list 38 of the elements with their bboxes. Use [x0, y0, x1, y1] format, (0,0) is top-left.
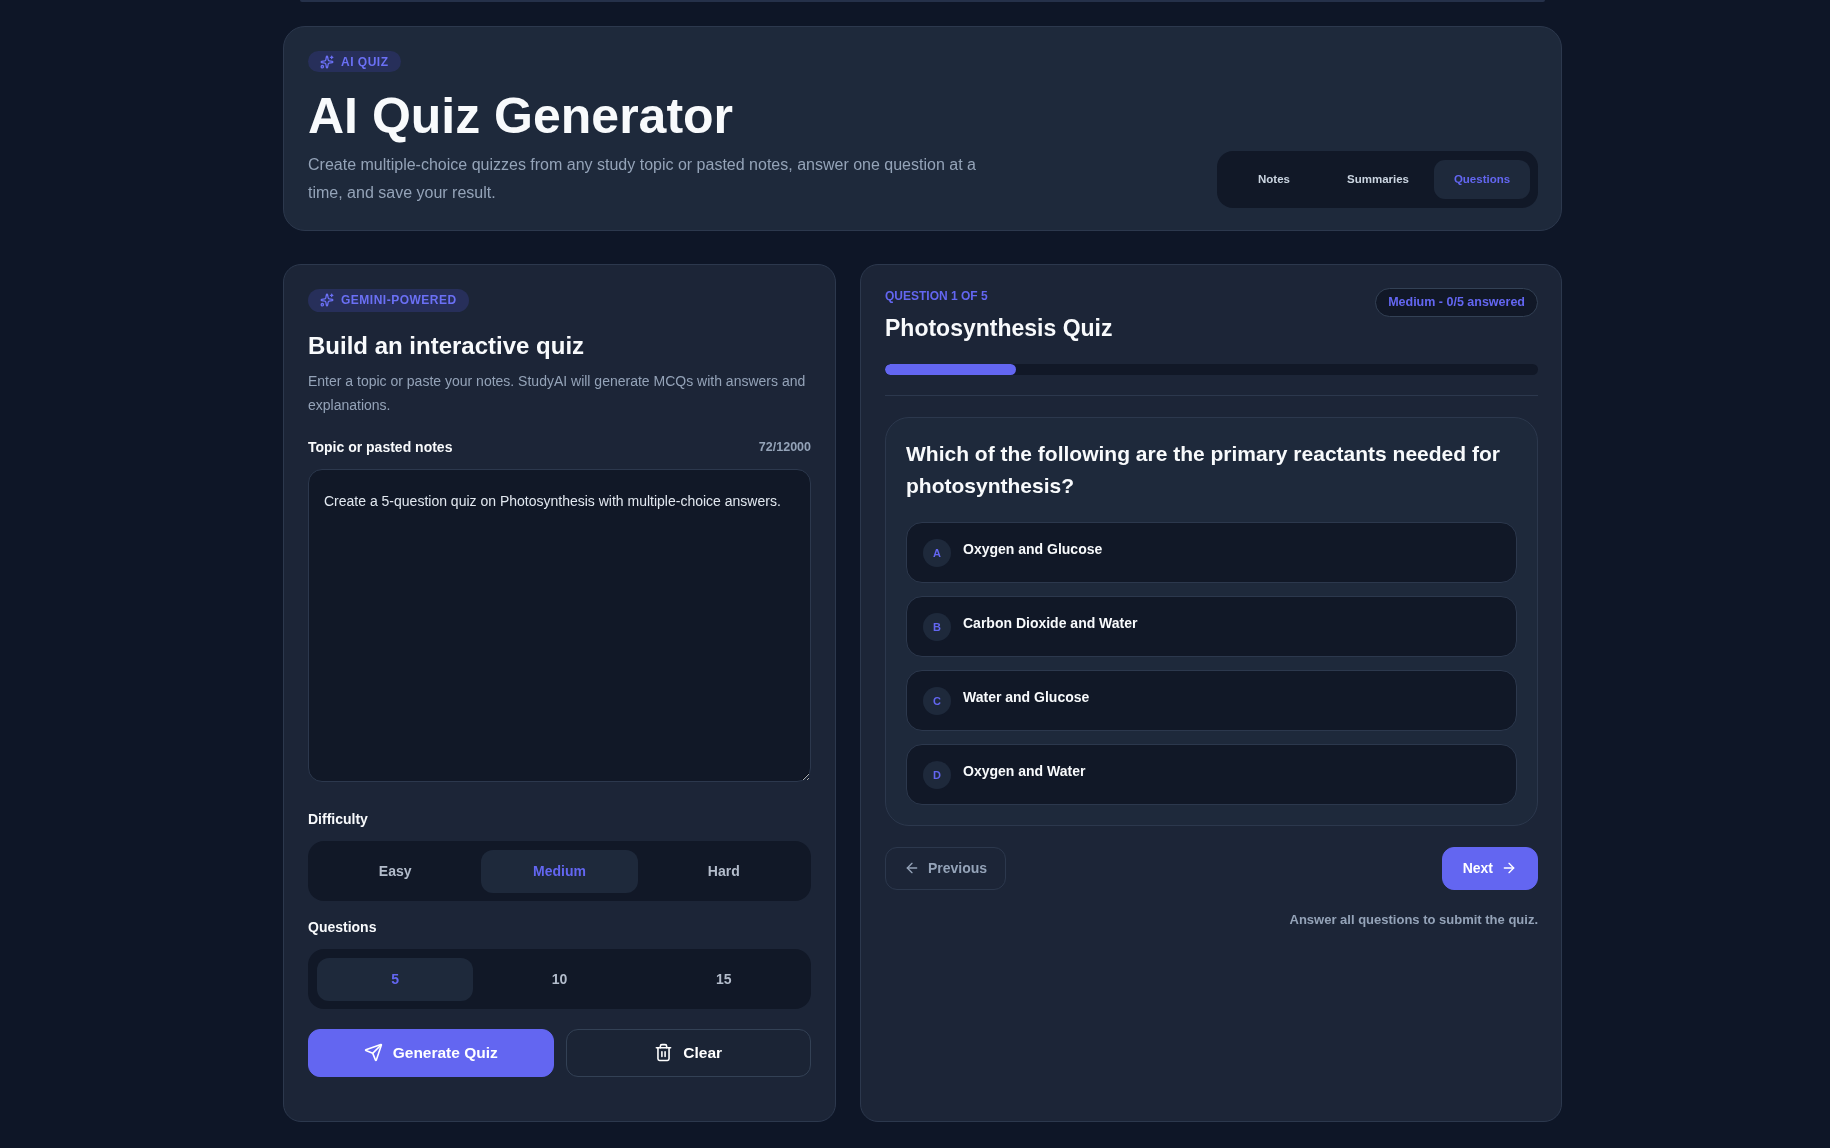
view-tab[interactable]: Summaries — [1330, 159, 1426, 199]
page-description: Create multiple-choice quizzes from any study topic or pasted notes, answer one question at a time, and save your result. — [308, 154, 977, 203]
answer-option[interactable]: C Water and Glucose — [906, 669, 1517, 731]
character-counter: 72/12000 — [758, 438, 811, 456]
option-letter: C — [923, 686, 951, 715]
answer-option[interactable]: D Oxygen and Water — [906, 743, 1517, 805]
panel-description: Enter a topic or paste your notes. StudyAI will generate MCQs with answers and explanations. — [308, 371, 807, 415]
sparkles-icon — [320, 54, 334, 69]
generate-quiz-button[interactable]: Generate Quiz — [308, 1028, 554, 1077]
clear-button[interactable]: Clear — [565, 1028, 811, 1077]
view-tab[interactable]: Notes — [1226, 159, 1322, 199]
option-letter: B — [923, 612, 951, 641]
segment-option[interactable]: 10 — [481, 957, 638, 1001]
question-text: Which of the following are the primary reactants needed for photosynthesis? — [906, 440, 1501, 499]
field-label: Difficulty — [308, 809, 368, 829]
trash-icon — [654, 1043, 674, 1062]
status-pill: Medium - 0/5 answered — [1375, 287, 1538, 317]
field-label: Questions — [308, 917, 377, 937]
option-letter: D — [923, 760, 951, 789]
section-badge: AI QUIZ — [308, 51, 401, 72]
option-letter: A — [923, 538, 951, 567]
field-label: Topic or pasted notes — [308, 437, 453, 457]
notes-textarea[interactable]: Create a 5-question quiz on Photosynthesis with multiple-choice answers. — [308, 468, 811, 782]
question-counter: QUESTION 1 OF 5 — [885, 287, 988, 304]
sparkles-icon — [320, 293, 334, 307]
send-icon — [363, 1043, 383, 1062]
next-button[interactable]: Next — [1441, 846, 1538, 890]
segment-option[interactable]: Hard — [645, 849, 802, 893]
answer-option[interactable]: A Oxygen and Glucose — [906, 521, 1517, 583]
segment-option[interactable]: 15 — [645, 957, 802, 1001]
answer-option[interactable]: B Carbon Dioxide and Water — [906, 595, 1517, 657]
panel-title: Build an interactive quiz — [308, 330, 586, 361]
section-badge: GEMINI-POWERED — [308, 288, 469, 312]
segment-option[interactable]: Easy — [317, 849, 474, 893]
page-title: AI Quiz Generator — [308, 88, 734, 146]
quiz-title: Photosynthesis Quiz — [885, 313, 1113, 343]
submit-hint: Answer all questions to submit the quiz. — [1289, 910, 1538, 929]
arrow-right-icon — [1501, 860, 1517, 876]
